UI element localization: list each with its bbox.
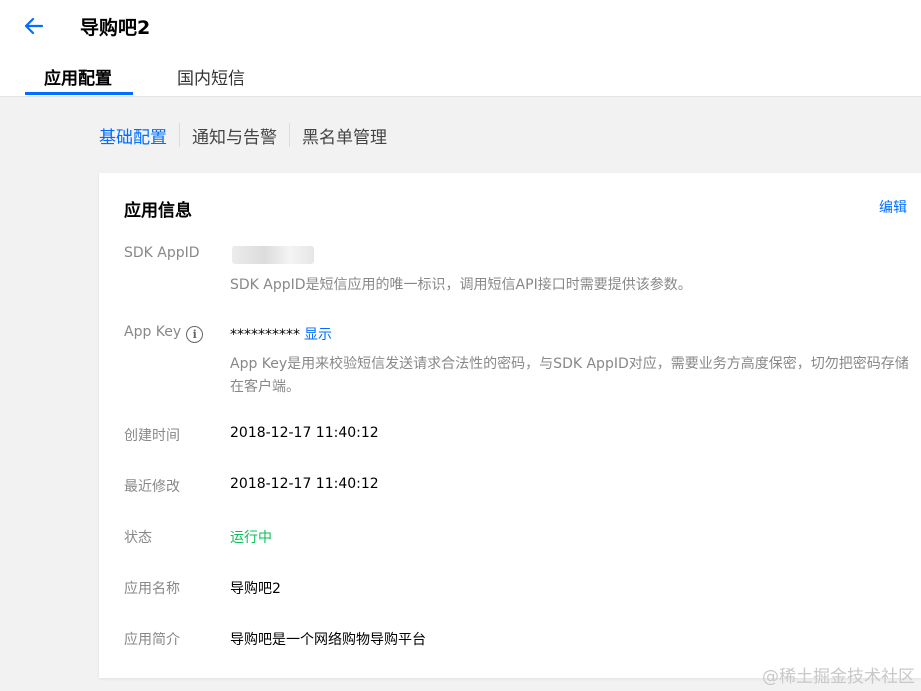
app-info-card: 应用信息 编辑 SDK AppID SDK AppID是短信应用的唯一标识，调用… [99,173,921,678]
app-key-label: App Key [124,324,182,340]
tab-domestic-sms[interactable]: 国内短信 [177,64,245,89]
app-name-value: 导购吧2 [230,581,281,597]
sdk-appid-value-masked [232,246,314,264]
active-tab-indicator [25,92,133,95]
created-time-label: 创建时间 [124,428,180,444]
app-intro-label: 应用简介 [124,632,180,648]
modified-time-label: 最近修改 [124,479,180,495]
page-title: 导购吧2 [80,17,151,39]
sub-navigation: 基础配置 通知与告警 黑名单管理 [99,122,399,148]
back-arrow-icon[interactable] [22,14,46,38]
app-key-value-row: ********** 显示 [230,324,332,344]
app-key-desc: App Key是用来校验短信发送请求合法性的密码，与SDK AppID对应，需要… [230,356,909,395]
info-icon[interactable]: i [186,326,204,343]
sdk-appid-label: SDK AppID [124,245,200,261]
subnav-basic-config[interactable]: 基础配置 [99,123,179,148]
app-intro-value: 导购吧是一个网络购物导购平台 [230,632,426,648]
app-key-label-row: App Key i [124,324,204,343]
modified-time-value: 2018-12-17 11:40:12 [230,476,379,492]
sdk-appid-desc: SDK AppID是短信应用的唯一标识，调用短信API接口时需要提供该参数。 [230,277,692,293]
page-header: 导购吧2 应用配置 国内短信 [0,0,921,97]
subnav-blacklist[interactable]: 黑名单管理 [290,123,399,148]
tab-app-config[interactable]: 应用配置 [44,64,112,89]
app-key-value: ********** [230,327,300,343]
subnav-notify-alert[interactable]: 通知与告警 [180,123,289,148]
created-time-value: 2018-12-17 11:40:12 [230,425,379,441]
app-name-label: 应用名称 [124,581,180,597]
show-key-button[interactable]: 显示 [304,327,332,343]
status-value: 运行中 [230,530,272,546]
status-label: 状态 [124,530,152,546]
edit-button[interactable]: 编辑 [879,197,907,217]
watermark: @稀土掘金技术社区 [762,667,915,687]
card-title: 应用信息 [124,201,192,221]
